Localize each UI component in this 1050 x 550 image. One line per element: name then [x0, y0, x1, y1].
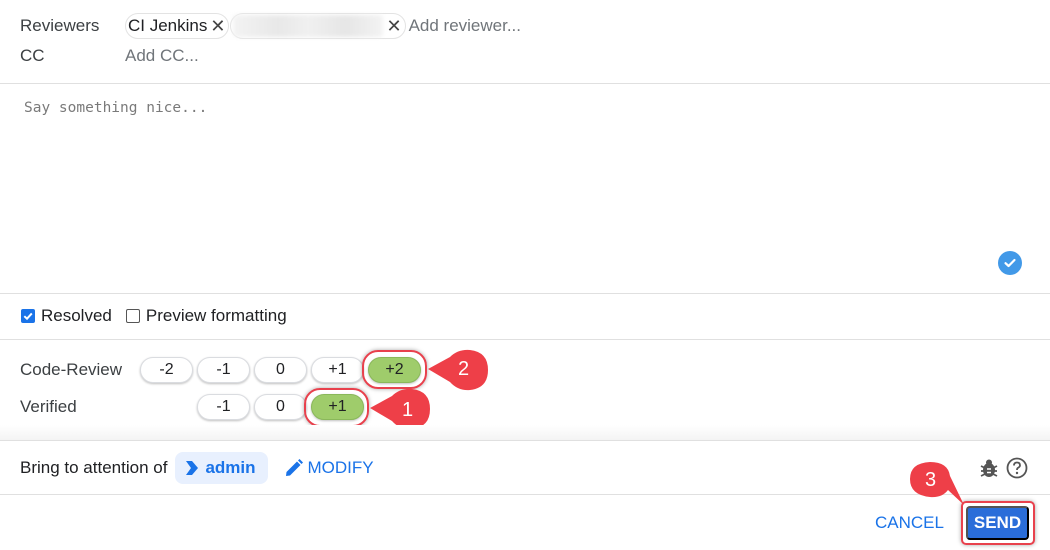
attention-user-chip[interactable]: admin	[175, 452, 268, 484]
callout-1: 1	[370, 388, 432, 430]
divider	[0, 494, 1050, 495]
checkbox-checked-icon[interactable]	[21, 309, 35, 323]
preview-formatting-label: Preview formatting	[145, 306, 287, 325]
resolved-checkbox[interactable]: Resolved	[21, 306, 112, 326]
remove-reviewer-icon[interactable]: ✕	[386, 16, 401, 37]
divider	[0, 83, 1050, 84]
modify-label: MODIFY	[307, 458, 374, 477]
reviewers-row: Reviewers CI Jenkins ✕ ✕ Add reviewer...	[20, 13, 521, 39]
callout-number: 2	[458, 358, 470, 380]
options-row: Resolved Preview formatting	[21, 306, 301, 326]
bug-icon[interactable]	[978, 457, 1000, 479]
reviewer-name: CI Jenkins	[128, 16, 208, 35]
reviewer-chip[interactable]: ✕	[230, 13, 406, 39]
attention-user-name: admin	[205, 458, 256, 477]
callout-number: 1	[402, 399, 414, 421]
pencil-icon	[285, 459, 303, 476]
highlight-box	[304, 388, 369, 427]
cancel-button[interactable]: CANCEL	[875, 513, 944, 533]
verified-minus1-button[interactable]: -1	[197, 394, 250, 420]
help-icon[interactable]	[1006, 457, 1028, 479]
comment-textarea[interactable]	[24, 100, 984, 250]
callout-number: 3	[925, 469, 937, 491]
cc-row: CC Add CC...	[20, 46, 199, 66]
divider	[0, 440, 1050, 441]
code-review-minus1-button[interactable]: -1	[197, 357, 250, 383]
cc-label: CC	[20, 46, 45, 65]
attention-arrow-icon	[186, 461, 199, 475]
callout-2: 2	[428, 349, 490, 391]
resolved-label: Resolved	[41, 306, 112, 325]
add-cc-input[interactable]: Add CC...	[125, 46, 199, 66]
send-button[interactable]: SEND	[966, 506, 1029, 540]
callout-3: 3	[908, 460, 966, 506]
highlight-box	[362, 350, 427, 389]
attention-label: Bring to attention of	[20, 458, 168, 477]
divider	[0, 339, 1050, 340]
add-reviewer-input[interactable]: Add reviewer...	[409, 16, 521, 36]
verified-label: Verified	[20, 397, 77, 416]
check-circle-icon[interactable]	[998, 251, 1022, 275]
shadow-band	[0, 425, 1050, 440]
attention-row: Bring to attention of admin MODIFY	[20, 452, 374, 484]
code-review-minus2-button[interactable]: -2	[140, 357, 193, 383]
remove-reviewer-icon[interactable]: ✕	[210, 16, 225, 37]
reviewers-label: Reviewers	[20, 16, 100, 35]
code-review-label: Code-Review	[20, 360, 123, 379]
code-review-0-button[interactable]: 0	[254, 357, 307, 383]
code-review-plus1-button[interactable]: +1	[311, 357, 364, 383]
divider	[0, 293, 1050, 294]
reviewer-name-redacted	[233, 15, 384, 37]
checkbox-unchecked-icon[interactable]	[125, 309, 140, 323]
preview-formatting-checkbox[interactable]: Preview formatting	[125, 306, 287, 326]
reviewer-chip[interactable]: CI Jenkins ✕	[125, 13, 230, 39]
verified-0-button[interactable]: 0	[254, 394, 307, 420]
modify-button[interactable]: MODIFY	[284, 458, 374, 478]
